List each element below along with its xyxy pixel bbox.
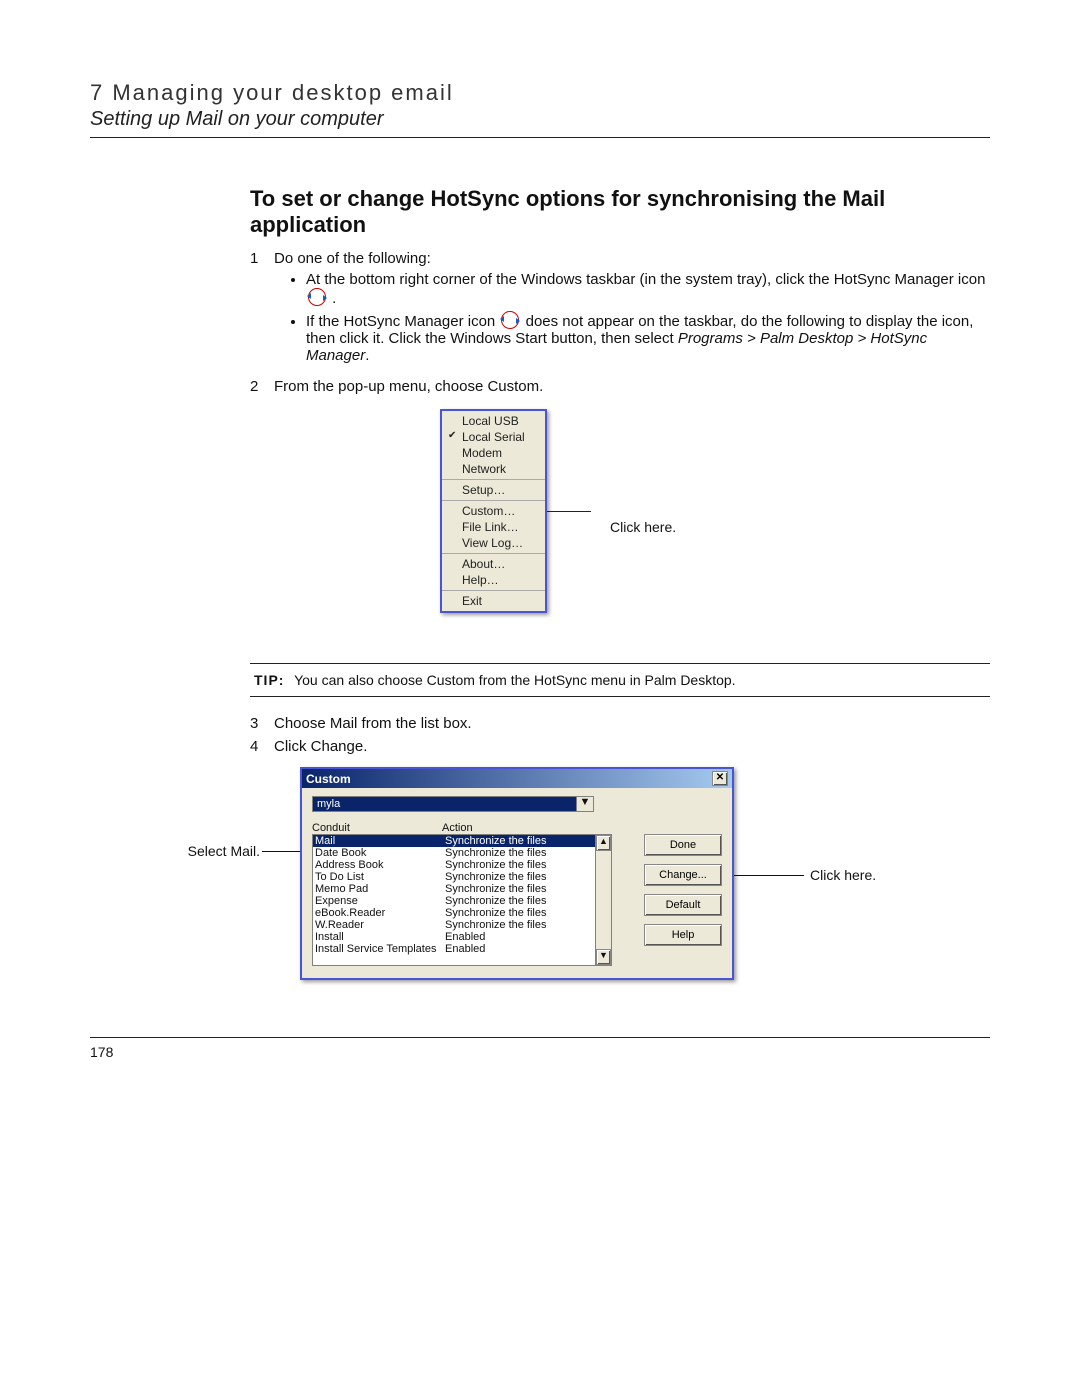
- menu-item-modem[interactable]: Modem: [442, 445, 545, 461]
- menu-item-setup[interactable]: Setup…: [442, 482, 545, 498]
- popup-menu-figure: Local USB Local Serial Modem Network Set…: [300, 409, 750, 649]
- hotsync-icon: [308, 288, 326, 306]
- step-2-number: 2: [250, 378, 274, 395]
- procedure-heading: To set or change HotSync options for syn…: [250, 186, 990, 238]
- step-1-bullet-2: If the HotSync Manager icon does not app…: [306, 311, 990, 364]
- tip-label: TIP:: [254, 672, 284, 688]
- popup-callout: Click here.: [610, 519, 676, 535]
- dialog-title: Custom: [306, 772, 351, 786]
- table-row[interactable]: W.ReaderSynchronize the files: [313, 919, 611, 931]
- step-4-number: 4: [250, 738, 274, 755]
- user-dropdown[interactable]: myla ▼: [312, 796, 594, 812]
- step-4-text: Click Change.: [274, 738, 990, 755]
- menu-item-network[interactable]: Network: [442, 461, 545, 477]
- change-button[interactable]: Change...: [644, 864, 722, 886]
- step-2-text: From the pop-up menu, choose Custom.: [274, 378, 990, 395]
- section-title: Setting up Mail on your computer: [90, 108, 990, 131]
- menu-item-local-serial[interactable]: Local Serial: [442, 429, 545, 445]
- table-row[interactable]: Date BookSynchronize the files: [313, 847, 611, 859]
- step-1-number: 1: [250, 250, 274, 267]
- table-row[interactable]: ExpenseSynchronize the files: [313, 895, 611, 907]
- close-icon[interactable]: ✕: [712, 771, 728, 786]
- table-row[interactable]: Memo PadSynchronize the files: [313, 883, 611, 895]
- menu-item-help[interactable]: Help…: [442, 572, 545, 588]
- callout-select-mail: Select Mail.: [170, 843, 260, 859]
- table-row[interactable]: To Do ListSynchronize the files: [313, 871, 611, 883]
- menu-item-exit[interactable]: Exit: [442, 593, 545, 609]
- header-rule: [90, 137, 990, 138]
- dialog-titlebar: Custom ✕: [302, 769, 732, 788]
- table-row[interactable]: InstallEnabled: [313, 931, 611, 943]
- tip-text: You can also choose Custom from the HotS…: [294, 672, 735, 688]
- tip-box: TIP: You can also choose Custom from the…: [250, 663, 990, 697]
- step-1-text: Do one of the following:: [274, 250, 431, 267]
- footer-rule: [90, 1037, 990, 1038]
- menu-item-local-usb[interactable]: Local USB: [442, 413, 545, 429]
- conduit-listbox[interactable]: MailSynchronize the filesDate BookSynchr…: [312, 834, 612, 966]
- chapter-title: 7 Managing your desktop email: [90, 80, 990, 106]
- callout-click-here: Click here.: [810, 867, 876, 883]
- table-row[interactable]: MailSynchronize the files: [313, 835, 611, 847]
- default-button[interactable]: Default: [644, 894, 722, 916]
- step-1-bullet-1: At the bottom right corner of the Window…: [306, 271, 990, 307]
- scroll-down-icon[interactable]: ▼: [596, 949, 611, 965]
- help-button[interactable]: Help: [644, 924, 722, 946]
- scroll-up-icon[interactable]: ▲: [596, 835, 611, 851]
- chevron-down-icon[interactable]: ▼: [576, 797, 593, 811]
- menu-item-about[interactable]: About…: [442, 556, 545, 572]
- menu-item-view-log[interactable]: View Log…: [442, 535, 545, 551]
- table-row[interactable]: Address BookSynchronize the files: [313, 859, 611, 871]
- page-number: 178: [90, 1044, 990, 1060]
- menu-item-custom[interactable]: Custom…: [442, 503, 545, 519]
- menu-item-file-link[interactable]: File Link…: [442, 519, 545, 535]
- user-dropdown-value: myla: [313, 797, 576, 811]
- custom-dialog: Custom ✕ myla ▼ Conduit Action MailSynch…: [300, 767, 734, 980]
- table-row[interactable]: Install Service TemplatesEnabled: [313, 943, 611, 955]
- popup-menu: Local USB Local Serial Modem Network Set…: [440, 409, 547, 613]
- hotsync-icon: [501, 311, 519, 329]
- list-header: Conduit Action: [312, 822, 722, 834]
- scrollbar[interactable]: ▲ ▼: [595, 835, 611, 965]
- table-row[interactable]: eBook.ReaderSynchronize the files: [313, 907, 611, 919]
- step-3-text: Choose Mail from the list box.: [274, 715, 990, 732]
- custom-dialog-figure: Select Mail. Custom ✕ myla ▼ Conduit Act…: [170, 767, 910, 997]
- step-3-number: 3: [250, 715, 274, 732]
- done-button[interactable]: Done: [644, 834, 722, 856]
